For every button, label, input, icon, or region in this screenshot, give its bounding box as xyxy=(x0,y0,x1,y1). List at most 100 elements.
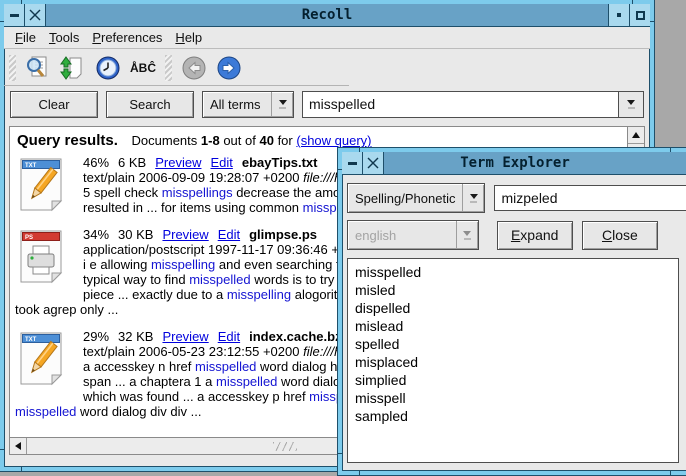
result-relevance: 34% xyxy=(83,227,109,242)
expansion-mode-row: Spelling/Phonetic xyxy=(347,183,680,213)
snippet-text: words is to try ... xyxy=(251,272,349,287)
scroll-up-icon xyxy=(632,132,640,138)
toolbar-grip[interactable] xyxy=(9,55,16,81)
search-type-combo[interactable]: All terms xyxy=(202,91,294,118)
expansion-mode-value: Spelling/Phonetic xyxy=(348,184,462,212)
snippet-text: text/plain 2006-09-09 19:28:07 +0200 xyxy=(83,170,303,185)
snippet-text: text/plain 2006-05-23 23:12:55 +0200 xyxy=(83,344,303,359)
maximize-icon xyxy=(636,11,645,20)
desktop: { "colors":{ "frame_light":"#7dcbec","fr… xyxy=(0,0,686,476)
term-list-item[interactable]: misplaced xyxy=(348,353,678,371)
result-size: 30 KB xyxy=(118,227,153,242)
query-input[interactable] xyxy=(303,92,618,117)
forward-arrow-icon xyxy=(216,55,242,81)
snippet-text: piece ... exactly due to a xyxy=(83,287,227,302)
term-list-item[interactable]: sampled xyxy=(348,407,678,425)
term-explorer-window: Term Explorer Spelling/Phonetic english … xyxy=(338,148,686,475)
chevron-down-icon[interactable] xyxy=(618,92,643,117)
close-button[interactable] xyxy=(363,152,384,174)
preview-link[interactable]: Preview xyxy=(162,329,208,344)
edit-link[interactable]: Edit xyxy=(210,155,232,170)
snippet-text: 5 spell check xyxy=(83,185,162,200)
results-title: Query results. xyxy=(17,132,118,149)
snippet-text: a accesskey n href xyxy=(83,359,195,374)
result-filename: glimpse.ps xyxy=(249,227,317,242)
toolbar-grip[interactable] xyxy=(165,55,172,81)
query-combo[interactable] xyxy=(302,91,644,118)
advanced-search-icon xyxy=(25,55,51,81)
minimize-button[interactable] xyxy=(4,4,25,26)
sort-parameters-button[interactable] xyxy=(58,53,88,83)
snippet-text: i e allowing xyxy=(83,257,151,272)
forward-button[interactable] xyxy=(214,53,244,83)
size-grip[interactable] xyxy=(273,442,297,451)
scroll-left-button[interactable] xyxy=(10,438,27,454)
close-icon xyxy=(367,157,379,169)
minimize-button[interactable] xyxy=(342,152,363,174)
highlighted-term: misspelling xyxy=(227,287,291,302)
minimize-icon xyxy=(348,162,357,165)
history-clock-icon xyxy=(95,55,121,81)
edit-link[interactable]: Edit xyxy=(218,227,240,242)
shade-icon xyxy=(617,13,621,17)
preview-link[interactable]: Preview xyxy=(162,227,208,242)
result-size: 6 KB xyxy=(118,155,146,170)
minimize-icon xyxy=(10,14,19,17)
main-titlebar[interactable]: Recoll xyxy=(4,4,650,27)
preview-link[interactable]: Preview xyxy=(155,155,201,170)
term-explorer-titlebar[interactable]: Term Explorer xyxy=(342,152,686,175)
menu-item-file[interactable]: File xyxy=(13,29,38,46)
results-docs-label: Documents xyxy=(132,133,198,148)
expansion-mode-combo[interactable]: Spelling/Phonetic xyxy=(347,183,485,213)
menu-item-tools[interactable]: Tools xyxy=(47,29,81,46)
snippet-text: resulted in ... for items using common xyxy=(83,200,303,215)
highlighted-term: misspelling xyxy=(151,257,215,272)
chevron-down-icon[interactable] xyxy=(462,184,484,212)
chevron-down-icon[interactable] xyxy=(271,92,293,117)
scroll-left-icon xyxy=(15,442,21,450)
scroll-up-button[interactable] xyxy=(628,127,644,144)
result-filename: ebayTips.txt xyxy=(242,155,318,170)
advanced-search-button[interactable] xyxy=(23,53,53,83)
close-button[interactable] xyxy=(25,4,46,26)
maximize-button[interactable] xyxy=(629,4,650,26)
term-list-item[interactable]: misspell xyxy=(348,389,678,407)
history-button[interactable] xyxy=(93,53,123,83)
show-query-link[interactable]: (show query) xyxy=(296,133,371,148)
svg-text:TXT: TXT xyxy=(25,163,37,169)
menu-item-preferences[interactable]: Preferences xyxy=(90,29,164,46)
edit-link[interactable]: Edit xyxy=(218,329,240,344)
highlighted-term: misspelled xyxy=(216,374,277,389)
language-row: english Expand Close xyxy=(347,220,658,250)
term-list-item[interactable]: misled xyxy=(348,281,678,299)
term-explorer-button[interactable]: ÅBĈ xyxy=(128,53,158,83)
shade-button[interactable] xyxy=(608,4,629,26)
term-input[interactable] xyxy=(494,185,686,211)
postscript-printer-icon: PS xyxy=(18,229,66,285)
txt-document-pencil-icon: TXT xyxy=(18,157,66,213)
term-list-item[interactable]: mislead xyxy=(348,317,678,335)
clear-button[interactable]: Clear xyxy=(10,91,98,118)
back-button[interactable] xyxy=(179,53,209,83)
term-list-item[interactable]: dispelled xyxy=(348,299,678,317)
search-button[interactable]: Search xyxy=(106,91,194,118)
expand-button[interactable]: Expand xyxy=(497,221,573,250)
results-for-label: for xyxy=(278,133,293,148)
chevron-down-icon xyxy=(456,221,478,249)
term-list-item[interactable]: misspelled xyxy=(348,263,678,281)
results-total: 40 xyxy=(259,133,273,148)
result-filename: index.cache.bz2 xyxy=(249,329,349,344)
results-range: 1-8 xyxy=(201,133,220,148)
term-list-item[interactable]: simplied xyxy=(348,371,678,389)
snippet-text: took agrep only ... xyxy=(15,302,118,317)
term-list-item[interactable]: spelled xyxy=(348,335,678,353)
menu-bar: File Tools Preferences Help xyxy=(4,27,650,49)
highlighted-term: misspelled xyxy=(195,359,256,374)
close-dialog-button[interactable]: Close xyxy=(582,221,658,250)
back-arrow-icon xyxy=(181,55,207,81)
menu-item-help[interactable]: Help xyxy=(173,29,204,46)
snippet-text: word dialog div div ... xyxy=(76,404,201,419)
highlighted-term: misspellings xyxy=(162,185,233,200)
toolbar: ÅBĈ xyxy=(4,49,650,86)
snippet-text: application/postscript 1997-11-17 09:36:… xyxy=(83,242,368,257)
